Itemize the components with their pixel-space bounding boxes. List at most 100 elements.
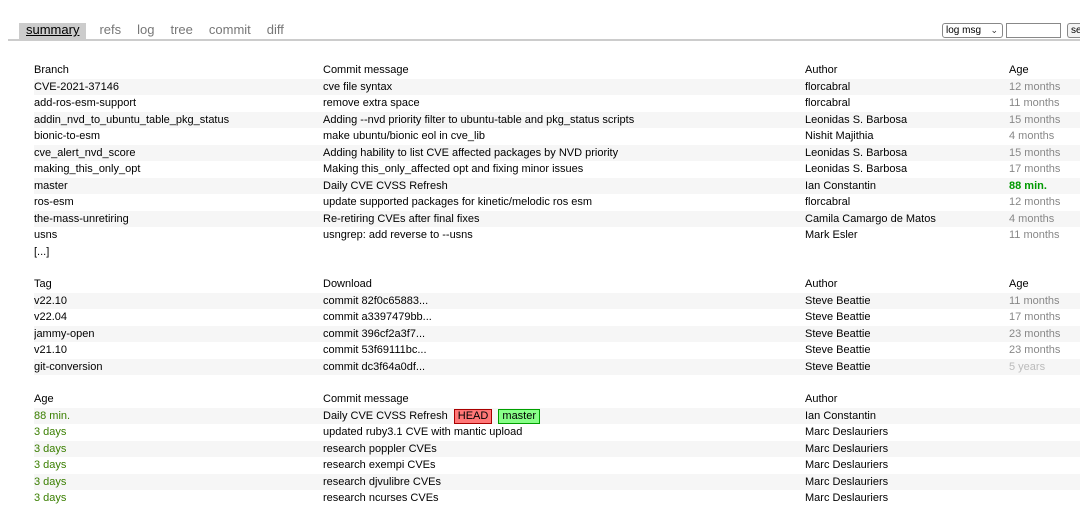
- branch-row[interactable]: usns usngrep: add reverse to --usns Mark…: [34, 227, 1080, 244]
- branch-name[interactable]: bionic-to-esm: [34, 128, 323, 145]
- author: Nishit Majithia: [805, 130, 874, 142]
- commit-message[interactable]: Re-retiring CVEs after final fixes: [323, 211, 805, 228]
- author: florcabral: [805, 196, 851, 208]
- log-row[interactable]: 3 days research ncurses CVEs Marc Deslau…: [34, 490, 1080, 507]
- log-row[interactable]: 88 min. Daily CVE CVSS Refresh HEAD mast…: [34, 407, 1080, 425]
- age: 11 months: [1009, 229, 1060, 241]
- author: Mark Esler: [805, 229, 858, 241]
- tag-name[interactable]: jammy-open: [34, 326, 323, 343]
- tag-row[interactable]: v22.04 commit a3397479bb... Steve Beatti…: [34, 309, 1080, 326]
- author: Ian Constantin: [805, 409, 876, 422]
- age: 88 min.: [34, 409, 71, 422]
- tag-name[interactable]: v21.10: [34, 342, 323, 359]
- branch-name[interactable]: master: [34, 178, 323, 195]
- tab-commit[interactable]: commit: [206, 23, 254, 39]
- column-header-author: Author: [805, 64, 838, 76]
- commit-message[interactable]: remove extra space: [323, 95, 805, 112]
- tag-row[interactable]: jammy-open commit 396cf2a3f7... Steve Be…: [34, 325, 1080, 343]
- branch-name[interactable]: making_this_only_opt: [34, 161, 323, 178]
- branch-row[interactable]: ros-esm update supported packages for ki…: [34, 194, 1080, 211]
- branch-row[interactable]: master Daily CVE CVSS Refresh Ian Consta…: [34, 177, 1080, 195]
- download-link[interactable]: commit a3397479bb...: [323, 309, 805, 326]
- author: Leonidas S. Barbosa: [805, 146, 908, 159]
- commit-message[interactable]: research poppler CVEs: [323, 441, 805, 458]
- age: 15 months: [1009, 113, 1061, 126]
- branch-name[interactable]: ros-esm: [34, 194, 323, 211]
- branch-name[interactable]: CVE-2021-37146: [34, 79, 323, 96]
- tab-log[interactable]: log: [134, 23, 157, 39]
- author: Camila Camargo de Matos: [805, 212, 936, 225]
- tag-name[interactable]: v22.04: [34, 309, 323, 326]
- tab-bar: summary refs log tree commit diff: [8, 18, 1080, 41]
- branch-name[interactable]: add-ros-esm-support: [34, 95, 323, 112]
- age: 17 months: [1009, 163, 1061, 175]
- tab-tree[interactable]: tree: [167, 23, 195, 39]
- download-link[interactable]: commit dc3f64a0df...: [323, 359, 805, 376]
- search-input[interactable]: [1006, 23, 1061, 38]
- search-type-select[interactable]: log msg ⌄: [942, 23, 1003, 38]
- column-header-age: Age: [34, 393, 54, 405]
- branch-row[interactable]: the-mass-unretiring Re-retiring CVEs aft…: [34, 210, 1080, 228]
- commit-message[interactable]: Daily CVE CVSS Refresh: [323, 410, 448, 422]
- commit-message[interactable]: research djvulibre CVEs: [323, 474, 805, 491]
- author: Marc Deslauriers: [805, 426, 889, 438]
- age: 3 days: [34, 426, 67, 438]
- commit-message[interactable]: research exempi CVEs: [323, 457, 805, 474]
- log-row[interactable]: 3 days research exempi CVEs Marc Deslaur…: [34, 457, 1080, 474]
- tag-row[interactable]: git-conversion commit dc3f64a0df... Stev…: [34, 358, 1080, 376]
- branch-row[interactable]: CVE-2021-37146 cve file syntax florcabra…: [34, 78, 1080, 96]
- more-branches-link[interactable]: [...]: [34, 244, 323, 261]
- branch-name[interactable]: the-mass-unretiring: [34, 211, 323, 228]
- search-button[interactable]: search: [1067, 23, 1080, 38]
- tag-name[interactable]: v22.10: [34, 293, 323, 310]
- column-header-commit-message: Commit message: [323, 64, 409, 76]
- column-header-age: Age: [1009, 278, 1029, 290]
- tab-refs[interactable]: refs: [96, 23, 124, 39]
- branch-name[interactable]: addin_nvd_to_ubuntu_table_pkg_status: [34, 112, 323, 129]
- age: 23 months: [1009, 344, 1061, 356]
- tag-name[interactable]: git-conversion: [34, 359, 323, 376]
- branch-name[interactable]: cve_alert_nvd_score: [34, 145, 323, 162]
- commit-message[interactable]: Making this_only_affected opt and fixing…: [323, 161, 805, 178]
- column-header-author: Author: [805, 393, 838, 405]
- commit-message[interactable]: Adding hability to list CVE affected pac…: [323, 145, 805, 162]
- age: 11 months: [1009, 97, 1060, 109]
- author: Steve Beattie: [805, 360, 871, 373]
- download-link[interactable]: commit 396cf2a3f7...: [323, 326, 805, 343]
- log-row[interactable]: 3 days research djvulibre CVEs Marc Desl…: [34, 473, 1080, 491]
- branch-badge[interactable]: master: [498, 408, 541, 424]
- author: Marc Deslauriers: [805, 442, 889, 455]
- author: Steve Beattie: [805, 311, 871, 323]
- branch-row[interactable]: bionic-to-esm make ubuntu/bionic eol in …: [34, 128, 1080, 145]
- branch-row[interactable]: addin_nvd_to_ubuntu_table_pkg_status Add…: [34, 111, 1080, 129]
- branch-name[interactable]: usns: [34, 227, 323, 244]
- age: 12 months: [1009, 80, 1061, 93]
- author: Steve Beattie: [805, 344, 871, 356]
- commit-message[interactable]: research ncurses CVEs: [323, 490, 805, 507]
- commit-message[interactable]: usngrep: add reverse to --usns: [323, 227, 805, 244]
- download-link[interactable]: commit 53f69111bc...: [323, 342, 805, 359]
- age: 3 days: [34, 492, 67, 504]
- commit-message[interactable]: updated ruby3.1 CVE with mantic upload: [323, 424, 805, 441]
- log-row[interactable]: 3 days research poppler CVEs Marc Deslau…: [34, 440, 1080, 458]
- branch-row[interactable]: cve_alert_nvd_score Adding hability to l…: [34, 144, 1080, 162]
- column-header-author: Author: [805, 278, 838, 290]
- log-row[interactable]: 3 days updated ruby3.1 CVE with mantic u…: [34, 424, 1080, 441]
- commit-message-cell[interactable]: Daily CVE CVSS Refresh HEAD master: [323, 408, 805, 425]
- tag-row[interactable]: v22.10 commit 82f0c65883... Steve Beatti…: [34, 292, 1080, 310]
- tag-row[interactable]: v21.10 commit 53f69111bc... Steve Beatti…: [34, 342, 1080, 359]
- log-table: Age Commit message Author 88 min. Daily …: [34, 391, 1080, 507]
- commit-message[interactable]: cve file syntax: [323, 79, 805, 96]
- tab-summary[interactable]: summary: [19, 23, 87, 39]
- commit-message[interactable]: make ubuntu/bionic eol in cve_lib: [323, 128, 805, 145]
- branch-row[interactable]: making_this_only_opt Making this_only_af…: [34, 161, 1080, 178]
- download-link[interactable]: commit 82f0c65883...: [323, 293, 805, 310]
- commit-message[interactable]: update supported packages for kinetic/me…: [323, 194, 805, 211]
- tab-diff[interactable]: diff: [264, 23, 287, 39]
- branch-row[interactable]: add-ros-esm-support remove extra space f…: [34, 95, 1080, 112]
- column-header-age: Age: [1009, 64, 1029, 76]
- head-badge[interactable]: HEAD: [453, 408, 493, 424]
- commit-message[interactable]: Adding --nvd priority filter to ubuntu-t…: [323, 112, 805, 129]
- commit-message[interactable]: Daily CVE CVSS Refresh: [323, 178, 805, 195]
- author: Leonidas S. Barbosa: [805, 163, 908, 175]
